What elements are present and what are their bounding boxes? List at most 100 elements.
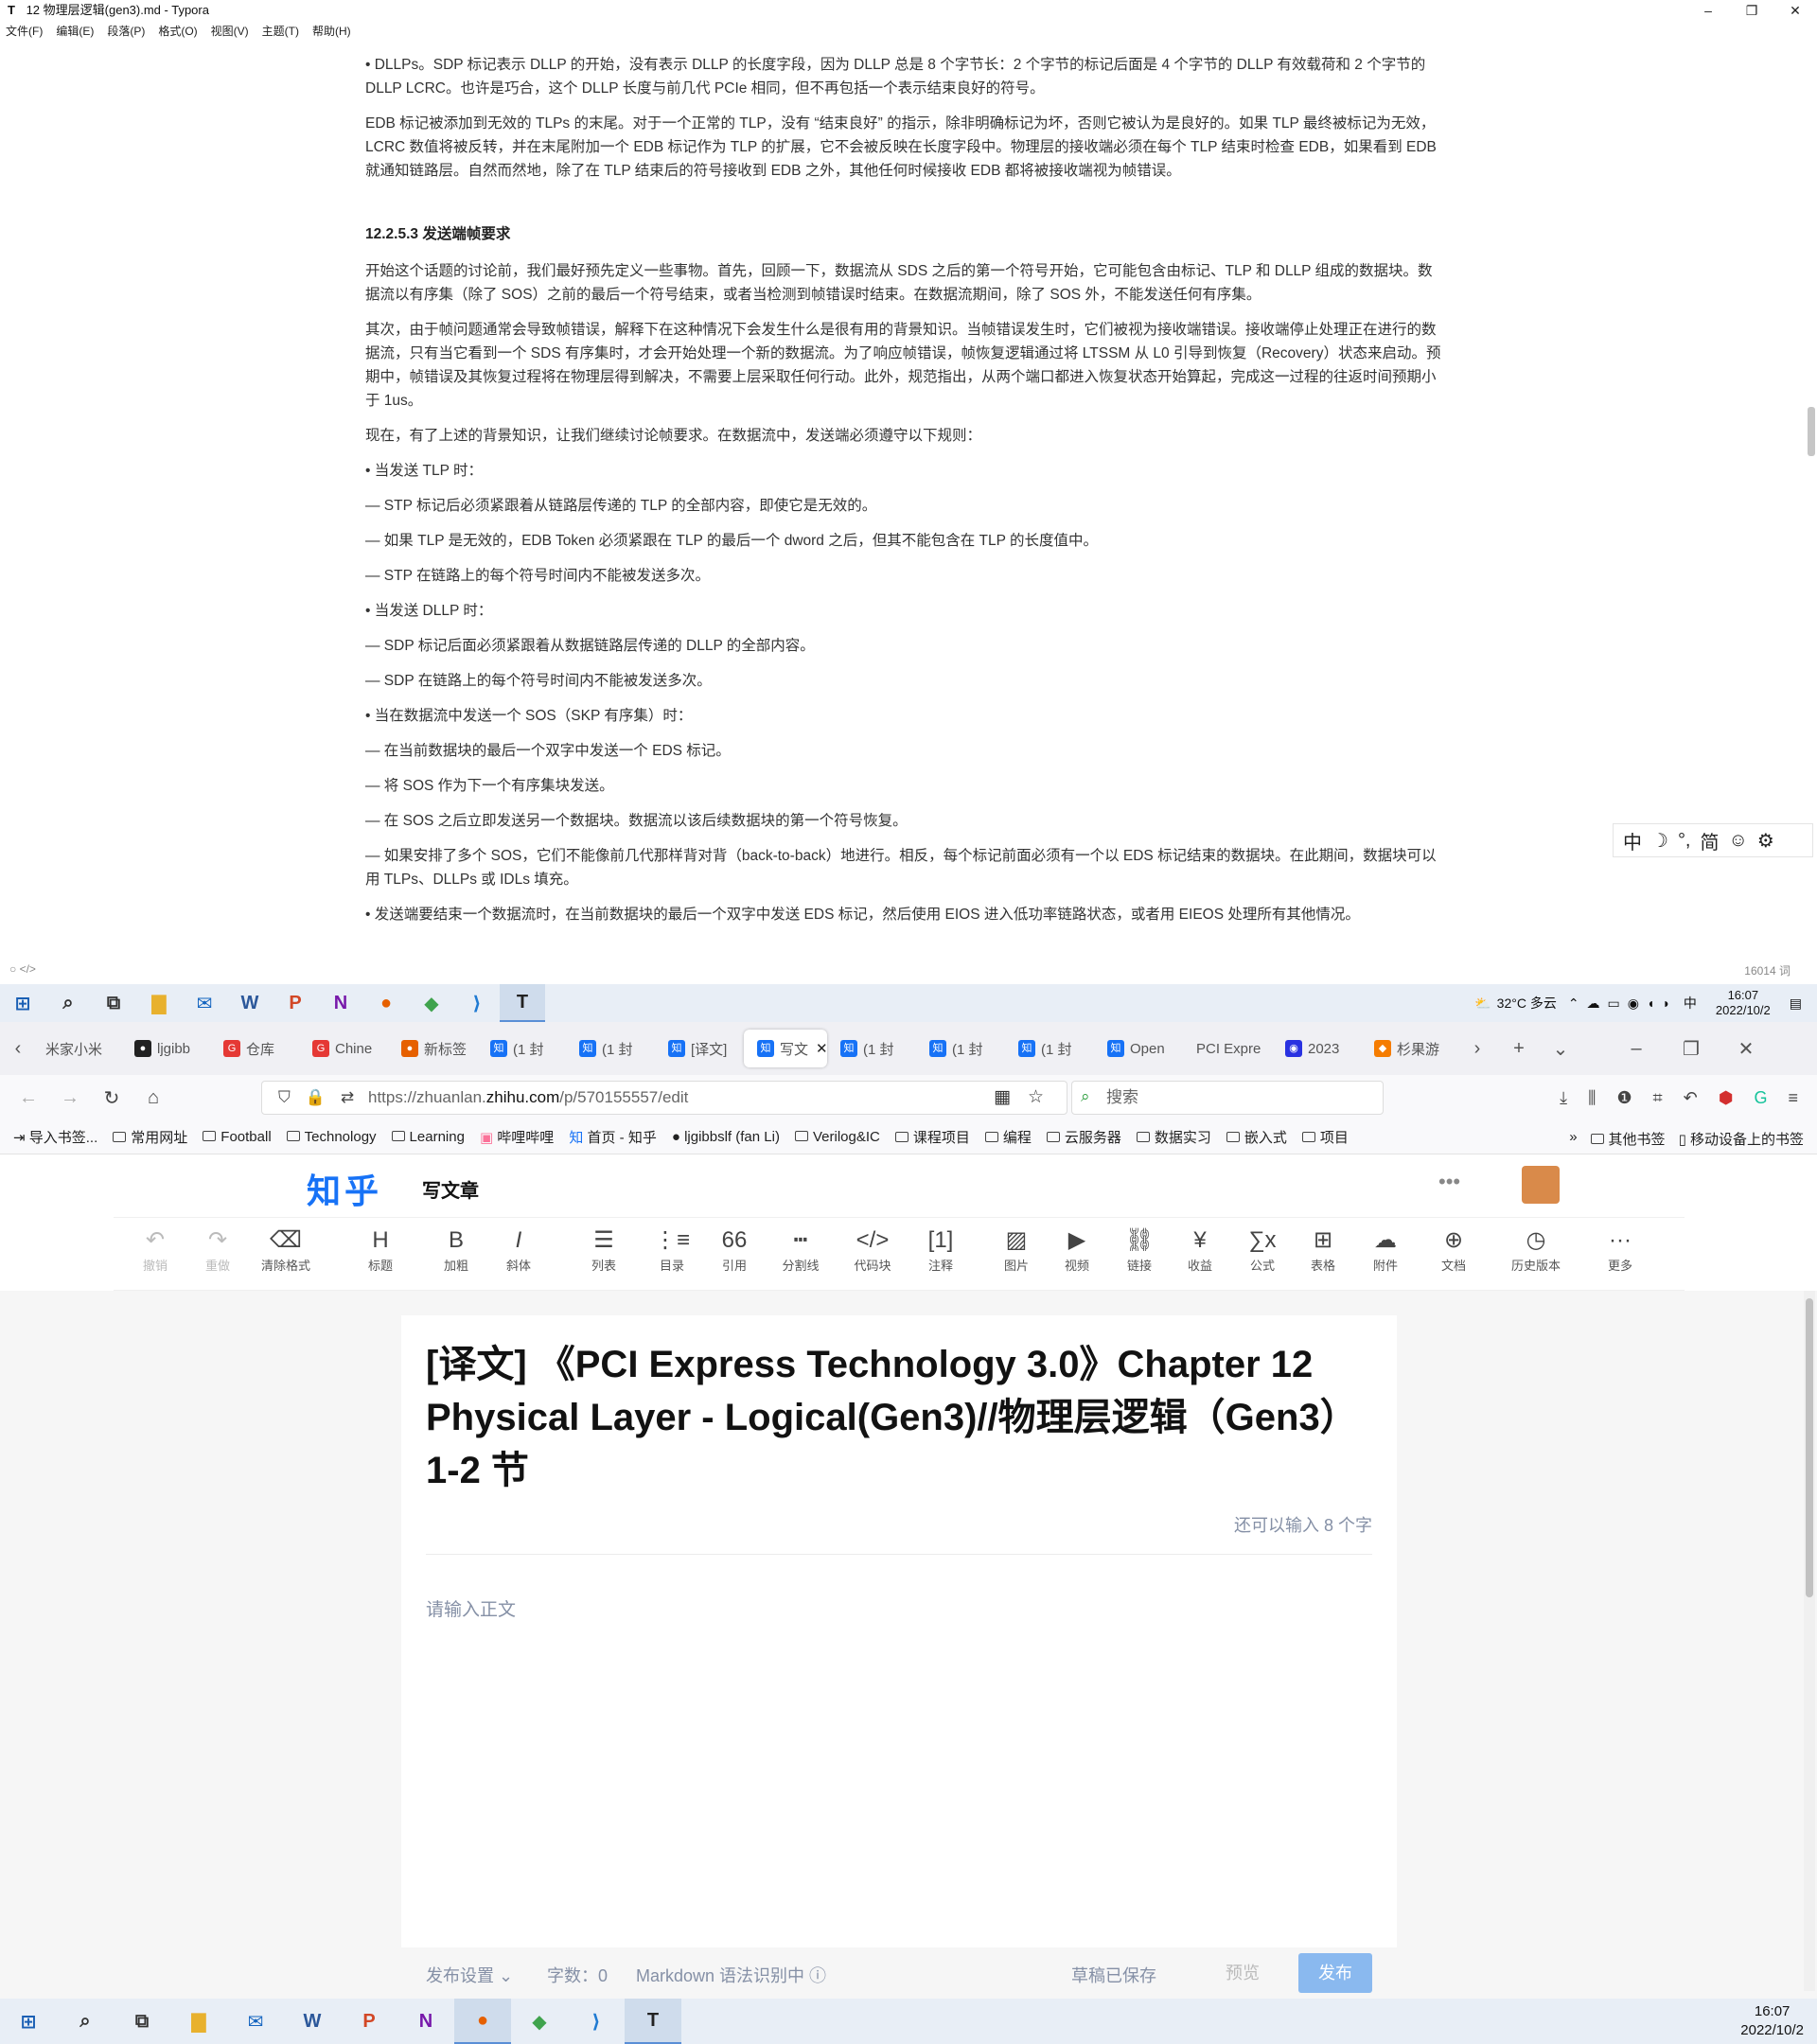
- markdown-status[interactable]: Markdown 语法识别中 ⓘ: [636, 1963, 826, 1987]
- link-button[interactable]: ⛓ 链接: [1109, 1225, 1170, 1274]
- bookmark-star-icon[interactable]: ☆: [1028, 1086, 1044, 1108]
- firefox-icon[interactable]: ●: [454, 1999, 511, 2044]
- menu-help[interactable]: 帮助(H): [312, 21, 351, 42]
- menu-format[interactable]: 格式(O): [158, 21, 197, 42]
- bookmark-folder[interactable]: 项目: [1301, 1127, 1349, 1147]
- search-icon[interactable]: ⌕: [57, 1999, 114, 2044]
- library-icon[interactable]: ⫼: [1588, 1088, 1596, 1108]
- bookmark-folder[interactable]: Verilog&IC: [794, 1129, 880, 1145]
- tab[interactable]: 知 (1 封: [1005, 1030, 1094, 1067]
- sourcetree-icon[interactable]: ◆: [409, 984, 454, 1022]
- zhihu-logo[interactable]: 知乎: [307, 1164, 382, 1213]
- redo-button[interactable]: ↷ 重做: [187, 1225, 248, 1274]
- download-icon[interactable]: ⤓: [1560, 1088, 1567, 1108]
- ime-mode-icon[interactable]: 中: [1623, 827, 1642, 855]
- reload-icon[interactable]: ↻: [91, 1086, 132, 1110]
- bookmark-folder[interactable]: Technology: [286, 1129, 377, 1145]
- weather-icon[interactable]: ⛅: [1474, 996, 1491, 1012]
- page-scrollbar[interactable]: [1804, 1291, 1815, 1991]
- shield-lock-icon[interactable]: ⛉🔒⇄: [278, 1088, 369, 1107]
- mail-icon[interactable]: ✉: [182, 984, 227, 1022]
- tab[interactable]: ◉ 2023: [1272, 1030, 1361, 1067]
- tray-icons[interactable]: ⌃☁▭◉◖◗: [1568, 996, 1678, 1012]
- tab-active[interactable]: 知写文 ✕: [744, 1030, 827, 1067]
- tab[interactable]: 知 (1 封: [477, 1030, 566, 1067]
- table-button[interactable]: ⊞ 表格: [1293, 1225, 1353, 1274]
- typora-icon[interactable]: T: [500, 984, 545, 1022]
- close-icon[interactable]: ✕: [1732, 1037, 1760, 1061]
- bookmark-folder[interactable]: 云服务器: [1046, 1127, 1121, 1147]
- restore-icon[interactable]: ❐: [1730, 0, 1773, 21]
- toc-button[interactable]: ⋮≡ 目录: [642, 1225, 702, 1274]
- new-tab-icon[interactable]: +: [1505, 1038, 1533, 1060]
- bookmark-folder[interactable]: 编程: [984, 1127, 1032, 1147]
- tab[interactable]: 知 (1 封: [566, 1030, 655, 1067]
- home-icon[interactable]: ⌂: [132, 1087, 174, 1109]
- tab[interactable]: ◆ 杉果游: [1361, 1030, 1450, 1067]
- menu-icon[interactable]: ≡: [1788, 1088, 1798, 1108]
- heading-button[interactable]: H 标题: [350, 1225, 411, 1274]
- clock[interactable]: 16:07 2022/10/2: [1740, 2002, 1804, 2040]
- url-bar[interactable]: https://zhuanlan.zhihu.com/p/570155557/e…: [261, 1081, 1067, 1115]
- extension-1-icon[interactable]: ❶: [1616, 1088, 1632, 1108]
- crop-icon[interactable]: ⌗: [1653, 1088, 1663, 1108]
- ime-simplified-icon[interactable]: 简: [1701, 827, 1720, 855]
- publish-settings-button[interactable]: 发布设置 ⌄: [426, 1963, 513, 1987]
- vscode-icon[interactable]: ⟩: [568, 1999, 625, 2044]
- bookmark-folder[interactable]: 常用网址: [113, 1127, 187, 1147]
- undo-ext-icon[interactable]: ↶: [1684, 1088, 1698, 1108]
- code-block-button[interactable]: </> 代码块: [842, 1225, 903, 1274]
- bookmark-folder[interactable]: 数据实习: [1136, 1127, 1211, 1147]
- source-mode-icon[interactable]: ○ </>: [9, 962, 36, 976]
- bookmark-link[interactable]: ● ljgibbslf (fan Li): [672, 1129, 780, 1145]
- minimize-icon[interactable]: –: [1622, 1038, 1650, 1060]
- more-button[interactable]: ··· 更多: [1590, 1225, 1650, 1274]
- explorer-icon[interactable]: ▇: [170, 1999, 227, 2044]
- onenote-icon[interactable]: N: [318, 984, 363, 1022]
- image-button[interactable]: ▨ 图片: [986, 1225, 1047, 1274]
- menu-file[interactable]: 文件(F): [6, 21, 43, 42]
- task-view-icon[interactable]: ⧉: [114, 1999, 170, 2044]
- firefox-icon[interactable]: ●: [363, 984, 409, 1022]
- close-icon[interactable]: ✕: [1773, 0, 1817, 21]
- italic-button[interactable]: I 斜体: [488, 1225, 549, 1274]
- forward-icon[interactable]: →: [49, 1087, 91, 1109]
- ime-emoji-icon[interactable]: ☺: [1729, 830, 1748, 852]
- bookmark-import[interactable]: ⇥ 导入书签...: [13, 1127, 97, 1147]
- back-icon[interactable]: ←: [8, 1087, 49, 1109]
- tab[interactable]: ● ljgibb: [121, 1030, 210, 1067]
- tab[interactable]: G Chine: [299, 1030, 388, 1067]
- typora-scrollbar[interactable]: [1808, 407, 1815, 456]
- tab[interactable]: 知 (1 封: [916, 1030, 1005, 1067]
- weather-text[interactable]: 32°C 多云: [1497, 994, 1557, 1013]
- bookmark-link[interactable]: 知 首页 - 知乎: [569, 1127, 657, 1147]
- revenue-button[interactable]: ¥ 收益: [1170, 1225, 1230, 1274]
- clear-format-button[interactable]: ⌫ 清除格式: [256, 1225, 316, 1274]
- ime-moon-icon[interactable]: ☽: [1651, 829, 1668, 853]
- powerpoint-icon[interactable]: P: [341, 1999, 397, 2044]
- divider-button[interactable]: ┅ 分割线: [770, 1225, 831, 1274]
- powerpoint-icon[interactable]: P: [273, 984, 318, 1022]
- more-icon[interactable]: •••: [1438, 1170, 1460, 1194]
- quote-button[interactable]: 66 引用: [704, 1225, 765, 1274]
- clock[interactable]: 16:07 2022/10/2: [1716, 988, 1771, 1018]
- qr-icon[interactable]: ▦: [994, 1086, 1011, 1108]
- onenote-icon[interactable]: N: [397, 1999, 454, 2044]
- word-count[interactable]: 16014 词: [1744, 962, 1791, 978]
- tab[interactable]: 知 Open: [1094, 1030, 1183, 1067]
- tab[interactable]: 知 [译文]: [655, 1030, 744, 1067]
- minimize-icon[interactable]: –: [1686, 0, 1730, 21]
- tab[interactable]: 知 (1 封: [827, 1030, 916, 1067]
- bold-button[interactable]: B 加粗: [426, 1225, 486, 1274]
- bookmark-folder[interactable]: 嵌入式: [1226, 1127, 1287, 1147]
- input-lang[interactable]: 中: [1684, 994, 1697, 1013]
- menu-theme[interactable]: 主题(T): [262, 21, 299, 42]
- tab[interactable]: G 仓库: [210, 1030, 299, 1067]
- scrollbar-thumb[interactable]: [1806, 1298, 1813, 1597]
- menu-edit[interactable]: 编辑(E): [56, 21, 94, 42]
- attachment-button[interactable]: ☁ 附件: [1355, 1225, 1416, 1274]
- note-button[interactable]: [1] 注释: [910, 1225, 971, 1274]
- bookmark-folder[interactable]: Football: [203, 1129, 272, 1145]
- word-icon[interactable]: W: [227, 984, 273, 1022]
- mail-icon[interactable]: ✉: [227, 1999, 284, 2044]
